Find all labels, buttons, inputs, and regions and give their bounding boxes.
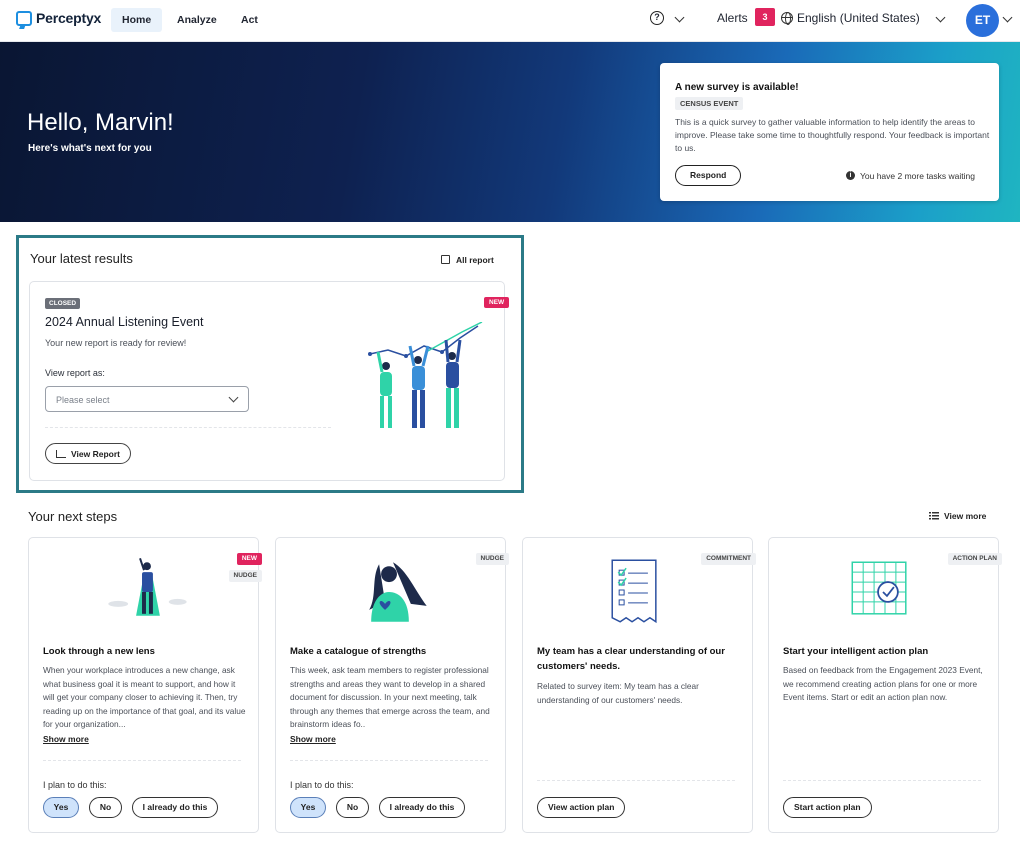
latest-result-card: CLOSED NEW 2024 Annual Listening Event Y…: [29, 281, 510, 481]
report-icon[interactable]: [441, 255, 450, 264]
step-title: Start your intelligent action plan: [783, 646, 929, 657]
view-report-label: View Report: [71, 449, 120, 459]
census-event-tag: CENSUS EVENT: [675, 97, 744, 110]
person-with-heart-illustration: [369, 562, 427, 622]
closed-status-badge: CLOSED: [45, 298, 81, 309]
globe-icon: [781, 12, 793, 25]
user-avatar[interactable]: ET: [966, 4, 999, 37]
all-report-link[interactable]: All report: [456, 255, 494, 265]
view-report-as-select[interactable]: Please select: [45, 386, 249, 412]
already-do-this-option[interactable]: I already do this: [132, 797, 218, 818]
new-badge: NEW: [484, 297, 510, 308]
greeting-subtitle: Here's what's next for you: [28, 143, 152, 154]
greeting-heading: Hello, Marvin!: [27, 109, 174, 136]
step-title: Make a catalogue of strengths: [290, 646, 427, 657]
calendar-check-illustration: [851, 561, 907, 615]
plan-label: I plan to do this:: [290, 780, 354, 790]
hero-banner: Hello, Marvin! Here's what's next for yo…: [0, 42, 1020, 222]
hero-figure-illustration: [108, 557, 187, 616]
list-icon[interactable]: [929, 512, 939, 520]
no-option[interactable]: No: [336, 797, 369, 818]
next-steps-title: Your next steps: [28, 509, 118, 524]
divider: [45, 427, 331, 428]
help-icon[interactable]: ?: [650, 11, 664, 25]
step-title: Look through a new lens: [43, 646, 155, 657]
already-do-this-option[interactable]: I already do this: [379, 797, 465, 818]
plan-label: I plan to do this:: [43, 780, 107, 790]
divider: [537, 780, 735, 781]
tasks-waiting-link[interactable]: You have 2 more tasks waiting: [860, 171, 975, 181]
divider: [783, 780, 981, 781]
nav-tab-analyze[interactable]: Analyze: [166, 8, 228, 32]
step-description: Based on feedback from the Engagement 20…: [783, 665, 983, 702]
survey-card-title: A new survey is available!: [675, 82, 799, 93]
latest-results-title: Your latest results: [30, 251, 133, 266]
nav-tab-home[interactable]: Home: [111, 8, 163, 32]
brand-name: Perceptyx: [36, 10, 102, 26]
new-survey-card: A new survey is available! CENSUS EVENT …: [660, 63, 999, 201]
latest-results-section: Your latest results All report CLOSED NE…: [16, 235, 524, 493]
next-step-card-commitment[interactable]: COMMITMENT My team has a clear understan…: [522, 537, 756, 833]
step-description: When your workplace introduces a new cha…: [43, 665, 246, 729]
chevron-down-icon: [228, 392, 239, 403]
view-action-plan-button[interactable]: View action plan: [537, 797, 626, 818]
show-more-link[interactable]: Show more: [43, 734, 89, 744]
team-growth-illustration: [368, 322, 483, 428]
line-chart-icon: [56, 450, 66, 458]
logo[interactable]: Perceptyx: [16, 10, 101, 26]
respond-button[interactable]: Respond: [675, 165, 742, 186]
next-step-card-action-plan[interactable]: ACTION PLAN Start your intelligent actio…: [768, 537, 1002, 833]
checklist-document-illustration: [611, 559, 657, 624]
avatar-chevron-down-icon[interactable]: [1002, 12, 1013, 23]
no-option[interactable]: No: [89, 797, 122, 818]
survey-card-description: This is a quick survey to gather valuabl…: [675, 117, 990, 153]
nav-tab-act[interactable]: Act: [230, 8, 269, 32]
info-icon: i: [846, 171, 855, 180]
divider: [290, 760, 488, 761]
step-description: This week, ask team members to register …: [290, 665, 490, 729]
divider: [43, 760, 241, 761]
view-report-button[interactable]: View Report: [45, 443, 131, 464]
logo-icon: [16, 10, 32, 26]
alerts-label[interactable]: Alerts: [717, 11, 748, 25]
step-title: My team has a clear understanding of our…: [537, 646, 725, 672]
view-more-link[interactable]: View more: [944, 511, 986, 521]
alerts-count-badge[interactable]: 3: [755, 8, 775, 26]
show-more-link[interactable]: Show more: [290, 734, 336, 744]
help-chevron-down-icon[interactable]: [674, 12, 685, 23]
yes-option[interactable]: Yes: [43, 797, 79, 818]
next-step-card-new-lens[interactable]: NEW NUDGE Look through a new lens When y…: [28, 537, 262, 833]
view-report-as-label: View report as:: [45, 368, 105, 378]
language-selector[interactable]: English (United States): [797, 11, 920, 25]
yes-option[interactable]: Yes: [290, 797, 326, 818]
event-title: 2024 Annual Listening Event: [45, 315, 204, 329]
select-placeholder: Please select: [56, 395, 110, 405]
start-action-plan-button[interactable]: Start action plan: [783, 797, 872, 818]
top-navigation-bar: Perceptyx Home Analyze Act ? Alerts 3 En…: [0, 0, 1020, 42]
next-step-card-strengths[interactable]: NUDGE Make a catalogue of strengths This…: [275, 537, 509, 833]
report-ready-text: Your new report is ready for review!: [45, 338, 187, 348]
language-chevron-down-icon[interactable]: [935, 12, 946, 23]
step-description: Related to survey item: My team has a cl…: [537, 681, 699, 705]
